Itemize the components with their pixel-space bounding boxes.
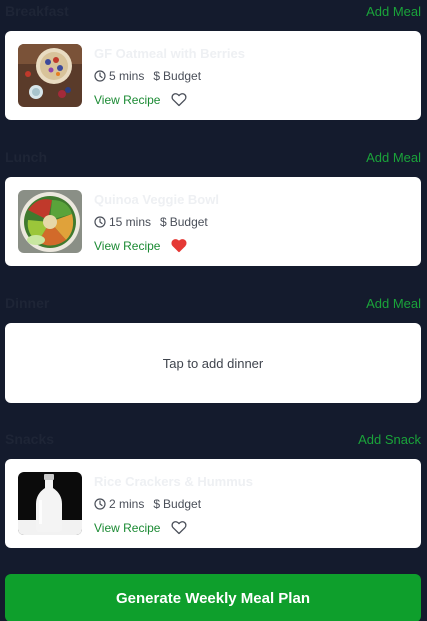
cost-label: Budget [163,69,202,83]
snacks-section: Snacks Add Snack [0,431,427,455]
heart-outline-icon[interactable] [171,520,187,535]
tap-to-add-dinner-text: Tap to add dinner [162,355,264,371]
dollar-icon: $ [153,497,161,511]
meal-plan-screen: Breakfast Add Meal GF Oatmeal with Berri… [0,0,427,621]
heart-outline-icon[interactable] [171,92,187,107]
oatmeal-photo [18,44,82,107]
breakfast-header: Breakfast Add Meal [0,3,427,27]
lunch-title: Lunch [5,149,47,165]
view-recipe-link[interactable]: View Recipe [94,521,160,535]
lunch-header: Lunch Add Meal [0,149,427,173]
meal-actions: View Recipe [94,92,187,107]
meal-meta: 2 mins $ Budget [94,497,201,511]
dinner-add-meal-button[interactable]: Add Meal [366,296,421,311]
view-recipe-link[interactable]: View Recipe [94,93,160,107]
meal-meta: 5 mins $ Budget [94,69,201,83]
generate-meal-plan-label: Generate Weekly Meal Plan [116,589,310,607]
dinner-header: Dinner Add Meal [0,295,427,319]
dollar-icon: $ [153,69,161,83]
breakfast-meal-card[interactable]: GF Oatmeal with Berries 5 mins $ Budget … [5,31,421,120]
dinner-empty-card[interactable]: Tap to add dinner [5,323,421,403]
lunch-section: Lunch Add Meal [0,149,427,173]
breakfast-add-meal-button[interactable]: Add Meal [366,4,421,19]
generate-meal-plan-button[interactable]: Generate Weekly Meal Plan [5,574,421,621]
lunch-meal-card[interactable]: Quinoa Veggie Bowl 15 mins $ Budget View… [5,177,421,266]
dollar-icon: $ [160,215,167,229]
meal-name: Quinoa Veggie Bowl [94,192,219,207]
cost-label: Budget [163,497,202,511]
prep-time: 2 mins [109,497,145,511]
milk-bottle-photo [18,472,82,535]
breakfast-section: Breakfast Add Meal [0,3,427,27]
prep-time: 5 mins [109,69,145,83]
meal-meta: 15 mins $ Budget [94,215,208,229]
meal-actions: View Recipe [94,238,187,253]
meal-actions: View Recipe [94,520,187,535]
veggie-bowl-photo [18,190,82,253]
prep-time: 15 mins [109,215,152,229]
view-recipe-link[interactable]: View Recipe [94,239,160,253]
clock-icon [94,216,106,228]
add-snack-button[interactable]: Add Snack [358,432,421,447]
dinner-title: Dinner [5,295,50,311]
snacks-title: Snacks [5,431,55,447]
lunch-add-meal-button[interactable]: Add Meal [366,150,421,165]
meal-name: GF Oatmeal with Berries [94,46,245,61]
clock-icon [94,70,106,82]
clock-icon [94,498,106,510]
breakfast-title: Breakfast [5,3,69,19]
dinner-section: Dinner Add Meal [0,295,427,319]
meal-name: Rice Crackers & Hummus [94,474,253,489]
snacks-header: Snacks Add Snack [0,431,427,455]
snacks-meal-card[interactable]: Rice Crackers & Hummus 2 mins $ Budget V… [5,459,421,548]
cost-label: Budget [169,215,208,229]
heart-filled-icon[interactable] [171,238,187,253]
